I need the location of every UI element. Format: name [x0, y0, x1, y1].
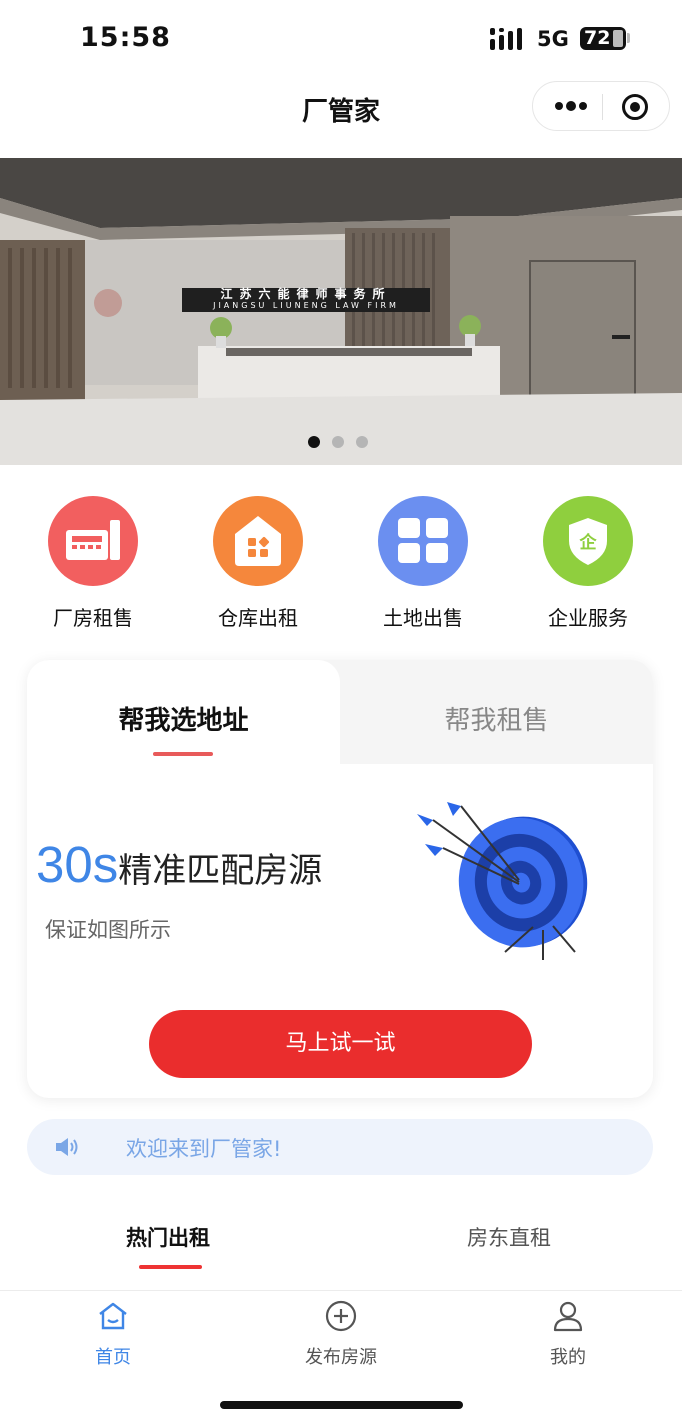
category-label: 仓库出租	[218, 606, 298, 630]
tab-indicator	[139, 1265, 202, 1269]
carousel-dot-2[interactable]	[332, 436, 344, 448]
tab-home[interactable]: 首页	[63, 1299, 163, 1369]
more-icon[interactable]	[551, 94, 591, 118]
home-icon	[99, 1302, 127, 1330]
home-indicator[interactable]	[220, 1401, 463, 1409]
user-icon	[553, 1301, 583, 1332]
bottom-tab-bar: 首页 发布房源 我的	[0, 1290, 682, 1420]
status-bar: 15:58 5G 72	[0, 0, 682, 78]
speaker-icon	[56, 1138, 78, 1156]
tab-label: 我的	[550, 1347, 586, 1368]
help-card: 帮我选地址 帮我租售 30s精准匹配房源 保证如图所示 马上试一试	[27, 660, 653, 1098]
category-label: 厂房租售	[53, 606, 133, 630]
tab-label: 发布房源	[305, 1347, 377, 1368]
category-factory[interactable]: 厂房租售	[23, 496, 163, 631]
tab-label: 首页	[95, 1347, 131, 1368]
enterprise-shield-icon: 企	[543, 496, 633, 586]
battery-level: 72	[584, 27, 611, 49]
carousel-indicator	[308, 436, 368, 450]
status-time: 15:58	[80, 22, 171, 53]
factory-icon	[48, 496, 138, 586]
warehouse-icon	[213, 496, 303, 586]
svg-text:企: 企	[579, 532, 598, 553]
tab-hot-rent[interactable]: 热门出租	[126, 1222, 210, 1252]
category-land[interactable]: 土地出售	[353, 496, 493, 631]
signal-icon	[490, 28, 522, 50]
tab-mine[interactable]: 我的	[518, 1299, 618, 1369]
category-warehouse[interactable]: 仓库出租	[188, 496, 328, 631]
tab-label: 帮我选地址	[118, 706, 249, 736]
sign-chinese: 江苏六能律师事务所	[220, 287, 392, 301]
headline-text: 精准匹配房源	[118, 851, 323, 891]
miniprogram-capsule	[532, 81, 670, 131]
sign-english: JIANGSU LIUNENG LAW FIRM	[213, 301, 399, 310]
notice-bar: 欢迎来到厂管家!	[27, 1119, 653, 1175]
carousel-dot-1[interactable]	[308, 436, 320, 448]
headline-number: 30s	[36, 836, 119, 893]
headline-subtitle: 保证如图所示	[45, 918, 171, 942]
category-label: 企业服务	[548, 606, 628, 630]
listing-tabs: 热门出租 房东直租	[0, 1212, 682, 1282]
tab-choose-address[interactable]: 帮我选地址	[27, 660, 340, 764]
tab-indicator	[153, 752, 213, 756]
notice-text: 欢迎来到厂管家!	[126, 1137, 282, 1161]
law-firm-sign: 江苏六能律师事务所 JIANGSU LIUNENG LAW FIRM	[182, 288, 430, 312]
tab-rent-sell[interactable]: 帮我租售	[340, 660, 653, 764]
nav-bar: 厂管家	[0, 78, 682, 158]
battery-icon: 72	[580, 27, 626, 50]
tab-publish[interactable]: 发布房源	[291, 1299, 391, 1369]
dartboard-icon	[417, 802, 588, 960]
banner-carousel[interactable]: 江苏六能律师事务所 JIANGSU LIUNENG LAW FIRM	[0, 158, 682, 465]
carousel-dot-3[interactable]	[356, 436, 368, 448]
land-grid-icon	[378, 496, 468, 586]
category-label: 土地出售	[383, 606, 463, 630]
tab-landlord-direct[interactable]: 房东直租	[467, 1222, 551, 1252]
close-miniprogram-icon[interactable]	[621, 93, 649, 121]
plus-circle-icon	[325, 1300, 357, 1332]
try-now-button[interactable]: 马上试一试	[149, 1010, 532, 1078]
network-type: 5G	[537, 27, 569, 51]
help-tabs: 帮我选地址 帮我租售	[27, 660, 653, 764]
category-grid: 厂房租售 仓库出租 土地出售 企 企业服务	[0, 496, 682, 636]
category-enterprise[interactable]: 企 企业服务	[518, 496, 658, 631]
headline: 30s精准匹配房源	[36, 835, 322, 894]
tab-label: 帮我租售	[444, 706, 549, 736]
